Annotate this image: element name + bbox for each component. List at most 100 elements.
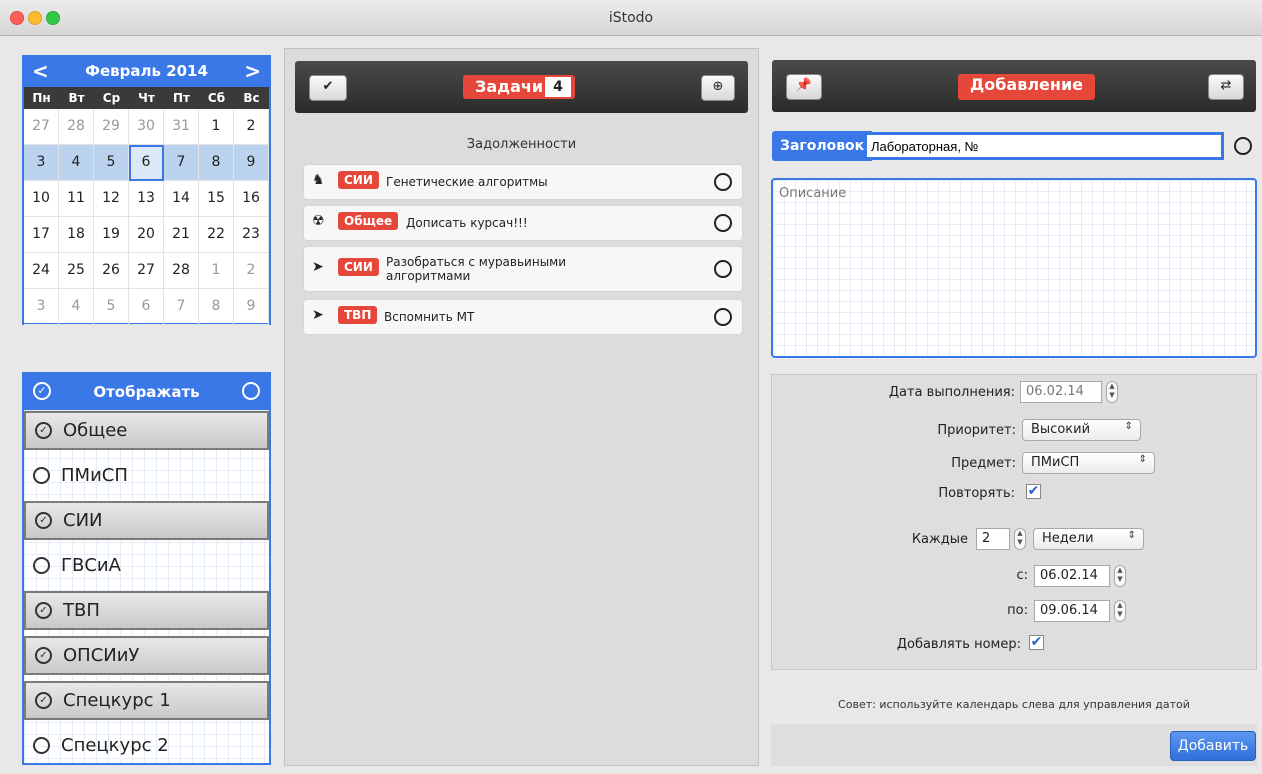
calendar-day[interactable]: 16 xyxy=(234,181,269,217)
add-button[interactable]: Добавить xyxy=(1170,731,1256,761)
calendar-day[interactable]: 22 xyxy=(199,217,234,253)
pin-button[interactable]: 📌 xyxy=(786,74,822,100)
filter-item[interactable]: ✓ Спецкурс 1 xyxy=(24,681,269,720)
due-date-field[interactable]: 06.02.14 xyxy=(1020,381,1102,403)
calendar-day[interactable]: 9 xyxy=(234,289,269,325)
task-row[interactable]: ♞ СИИ Генетические алгоритмы xyxy=(303,164,743,200)
title-input[interactable] xyxy=(864,132,1224,160)
calendar-day[interactable]: 25 xyxy=(59,253,94,289)
calendar-day[interactable]: 28 xyxy=(59,109,94,145)
calendar-day[interactable]: 14 xyxy=(164,181,199,217)
task-complete-toggle[interactable] xyxy=(714,173,732,191)
task-tag: ТВП xyxy=(338,306,378,324)
task-complete-toggle[interactable] xyxy=(714,260,732,278)
calendar-day[interactable]: 2 xyxy=(234,253,269,289)
add-number-checkbox[interactable]: ✔ xyxy=(1029,635,1044,650)
repeat-checkbox[interactable]: ✔ xyxy=(1026,484,1041,499)
calendar-day[interactable]: 15 xyxy=(199,181,234,217)
weekday-label: Пн xyxy=(32,91,51,105)
calendar-day[interactable]: 29 xyxy=(94,109,129,145)
paper-plane-icon: ➤ xyxy=(312,259,324,275)
calendar-day[interactable]: 8 xyxy=(199,289,234,325)
task-tag: СИИ xyxy=(338,171,379,189)
calendar-day[interactable]: 19 xyxy=(94,217,129,253)
period-select[interactable]: Недели ⇕ xyxy=(1033,528,1144,550)
from-label: с: xyxy=(1016,568,1028,583)
next-month-button[interactable]: > xyxy=(244,59,261,83)
calendar-day[interactable]: 5 xyxy=(94,145,129,181)
calendar-day[interactable]: 5 xyxy=(94,289,129,325)
task-complete-toggle[interactable] xyxy=(714,214,732,232)
every-field[interactable]: 2 xyxy=(976,528,1010,550)
calendar-day[interactable]: 28 xyxy=(164,253,199,289)
check-circle-icon: ✓ xyxy=(35,422,52,439)
calendar-day[interactable]: 13 xyxy=(129,181,164,217)
priority-select[interactable]: Высокий ⇕ xyxy=(1022,419,1141,441)
repeat-button[interactable]: ⇄ xyxy=(1208,74,1244,100)
calendar-day[interactable]: 27 xyxy=(24,109,59,145)
task-row[interactable]: ➤ СИИ Разобраться с муравьиными алгоритмам… xyxy=(303,246,743,292)
filter-item[interactable]: ГВСиА xyxy=(24,546,269,585)
add-panel: 📌 Добавление ⇄ Заголовок Описание Дата в… xyxy=(768,48,1262,774)
due-date-stepper[interactable]: ▲ ▼ xyxy=(1106,381,1118,403)
add-toolbar: 📌 Добавление ⇄ xyxy=(772,60,1256,112)
task-row[interactable]: ➤ ТВП Вспомнить МТ xyxy=(303,299,743,335)
calendar-day[interactable]: 3 xyxy=(24,289,59,325)
weekday-label: Вс xyxy=(243,91,260,105)
calendar-day[interactable]: 24 xyxy=(24,253,59,289)
calendar-day[interactable]: 26 xyxy=(94,253,129,289)
weekday-header: Пн Вт Ср Чт Пт Сб Вс xyxy=(24,87,269,109)
calendar-day[interactable]: 11 xyxy=(59,181,94,217)
filter-item[interactable]: Спецкурс 2 xyxy=(24,726,269,765)
calendar-day[interactable]: 20 xyxy=(129,217,164,253)
calendar-day[interactable]: 12 xyxy=(94,181,129,217)
calendar-day[interactable]: 9 xyxy=(234,145,269,181)
subject-select[interactable]: ПМиСП ⇕ xyxy=(1022,452,1155,474)
calendar: < Февраль 2014 > Пн Вт Ср Чт Пт Сб Вс 27 28 29 30… xyxy=(22,55,271,325)
calendar-day[interactable]: 17 xyxy=(24,217,59,253)
filter-item[interactable]: ✓ ТВП xyxy=(24,591,269,630)
calendar-month-label: Февраль 2014 xyxy=(85,62,208,80)
calendar-day[interactable]: 21 xyxy=(164,217,199,253)
calendar-day[interactable]: 6 xyxy=(129,145,164,181)
to-date-field[interactable]: 09.06.14 xyxy=(1034,600,1110,622)
calendar-day[interactable]: 18 xyxy=(59,217,94,253)
calendar-day[interactable]: 8 xyxy=(199,145,234,181)
calendar-day[interactable]: 4 xyxy=(59,289,94,325)
calendar-day[interactable]: 23 xyxy=(234,217,269,253)
calendar-day[interactable]: 2 xyxy=(234,109,269,145)
due-date-label: Дата выполнения: xyxy=(888,385,1015,400)
calendar-day[interactable]: 27 xyxy=(129,253,164,289)
empty-circle-icon xyxy=(33,557,50,574)
to-date-stepper[interactable]: ▲ ▼ xyxy=(1114,600,1126,622)
calendar-day[interactable]: 1 xyxy=(199,253,234,289)
check-circle-icon: ✓ xyxy=(35,647,52,664)
deselect-all-icon[interactable] xyxy=(242,382,260,400)
from-date-stepper[interactable]: ▲ ▼ xyxy=(1114,565,1126,587)
calendar-day[interactable]: 3 xyxy=(24,145,59,181)
task-text: Генетические алгоритмы xyxy=(386,175,548,189)
calendar-day[interactable]: 30 xyxy=(129,109,164,145)
calendar-day[interactable]: 10 xyxy=(24,181,59,217)
calendar-day[interactable]: 31 xyxy=(164,109,199,145)
calendar-day[interactable]: 6 xyxy=(129,289,164,325)
description-field[interactable]: Описание xyxy=(771,178,1257,358)
filter-item[interactable]: ✓ СИИ xyxy=(24,501,269,540)
check-circle-icon: ✓ xyxy=(35,692,52,709)
every-label: Каждые xyxy=(911,532,968,547)
title-complete-toggle[interactable] xyxy=(1234,137,1252,155)
from-date-field[interactable]: 06.02.14 xyxy=(1034,565,1110,587)
filter-item[interactable]: ✓ ОПСИиУ xyxy=(24,636,269,675)
task-complete-toggle[interactable] xyxy=(714,308,732,326)
add-task-button[interactable]: ⊕ xyxy=(701,75,735,101)
filter-item[interactable]: ✓ Общее xyxy=(24,411,269,450)
calendar-day[interactable]: 7 xyxy=(164,145,199,181)
every-stepper[interactable]: ▲ ▼ xyxy=(1014,528,1026,550)
task-row[interactable]: ☢ Общее Дописать курсач!!! xyxy=(303,205,743,241)
complete-tasks-button[interactable]: ✔ xyxy=(309,75,347,101)
task-text: Разобраться с муравьиными алгоритмами xyxy=(386,255,567,283)
calendar-day[interactable]: 4 xyxy=(59,145,94,181)
filter-item[interactable]: ПМиСП xyxy=(24,456,269,495)
calendar-day[interactable]: 7 xyxy=(164,289,199,325)
calendar-day[interactable]: 1 xyxy=(199,109,234,145)
